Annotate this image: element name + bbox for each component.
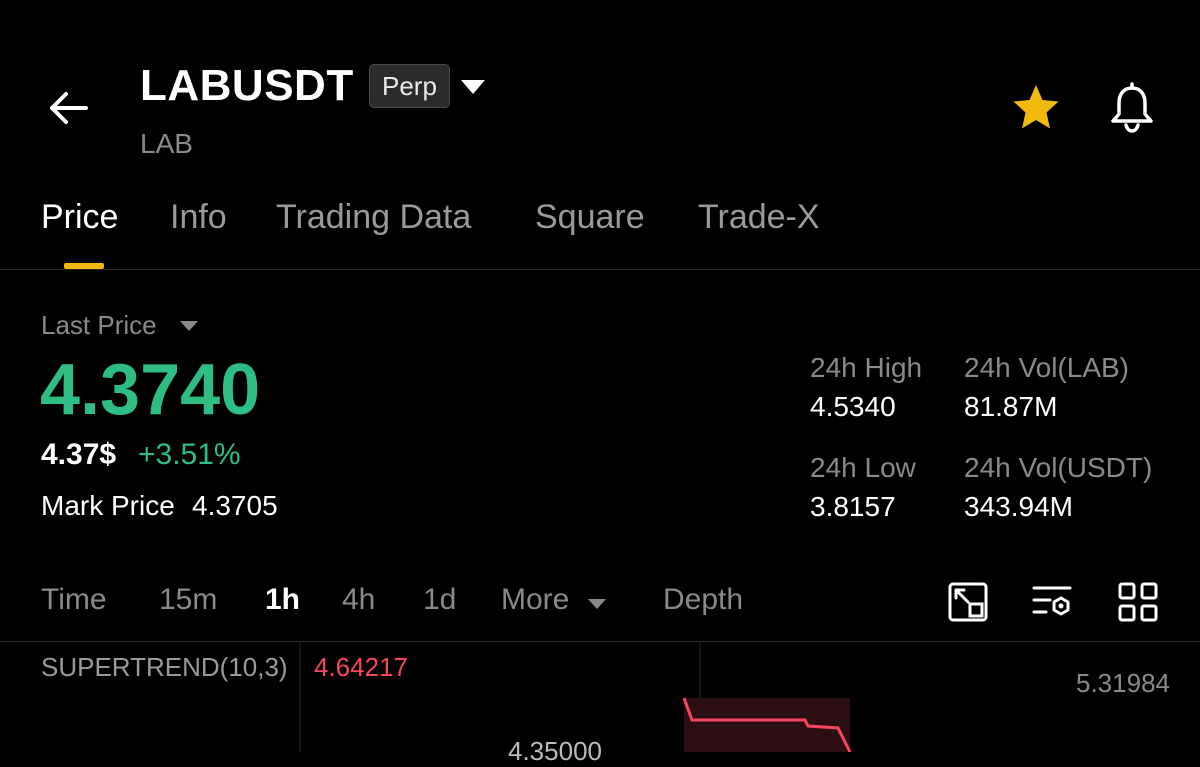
vol-quote-label: 24h Vol(USDT)	[964, 452, 1153, 483]
low-24h-value: 3.8157	[810, 491, 896, 522]
tab-price[interactable]: Price	[41, 198, 118, 237]
grid-layout-icon[interactable]	[1116, 580, 1160, 624]
caret-down-icon[interactable]	[458, 76, 488, 98]
interval-4h[interactable]: 4h	[342, 583, 375, 617]
base-asset-label: LAB	[140, 128, 193, 159]
interval-15m[interactable]: 15m	[159, 583, 217, 617]
tab-info[interactable]: Info	[170, 198, 227, 237]
supertrend-value: 4.64217	[314, 652, 408, 682]
back-arrow-icon[interactable]	[40, 80, 96, 136]
interval-more[interactable]: More	[501, 583, 569, 617]
symbol-title[interactable]: LABUSDT	[140, 58, 354, 114]
depth-tab[interactable]: Depth	[663, 583, 743, 617]
usd-price: 4.37$	[41, 438, 117, 471]
supertrend-label: SUPERTREND(10,3)	[41, 652, 288, 682]
tab-trade-x[interactable]: Trade-X	[698, 198, 820, 237]
perp-badge: Perp	[369, 64, 450, 108]
interval-1h[interactable]: 1h	[265, 583, 300, 617]
vol-base-value: 81.87M	[964, 391, 1058, 422]
expand-chart-icon[interactable]	[946, 580, 990, 624]
interval-1d[interactable]: 1d	[423, 583, 456, 617]
caret-down-icon[interactable]	[178, 318, 200, 334]
tab-trading-data[interactable]: Trading Data	[276, 198, 471, 237]
bell-icon[interactable]	[1104, 80, 1160, 136]
tab-bar: Price Info Trading Data Square Trade-X	[0, 190, 1200, 270]
mark-price-label: Mark Price	[41, 490, 175, 521]
caret-down-icon[interactable]	[586, 596, 608, 612]
star-icon[interactable]	[1010, 82, 1062, 134]
mark-price-value: 4.3705	[192, 490, 278, 521]
price-axis-label: 5.31984	[1076, 668, 1170, 698]
divider	[0, 269, 1200, 270]
price-change-percent: +3.51%	[138, 438, 241, 471]
interval-time[interactable]: Time	[41, 583, 107, 617]
low-24h-label: 24h Low	[810, 452, 916, 483]
last-price-value: 4.3740	[40, 350, 261, 430]
last-price-label[interactable]: Last Price	[41, 310, 157, 341]
high-24h-value: 4.5340	[810, 391, 896, 422]
high-24h-label: 24h High	[810, 352, 923, 383]
vol-quote-value: 343.94M	[964, 491, 1073, 522]
tab-square[interactable]: Square	[535, 198, 645, 237]
indicator-settings-icon[interactable]	[1030, 580, 1074, 624]
vol-base-label: 24h Vol(LAB)	[964, 352, 1129, 383]
